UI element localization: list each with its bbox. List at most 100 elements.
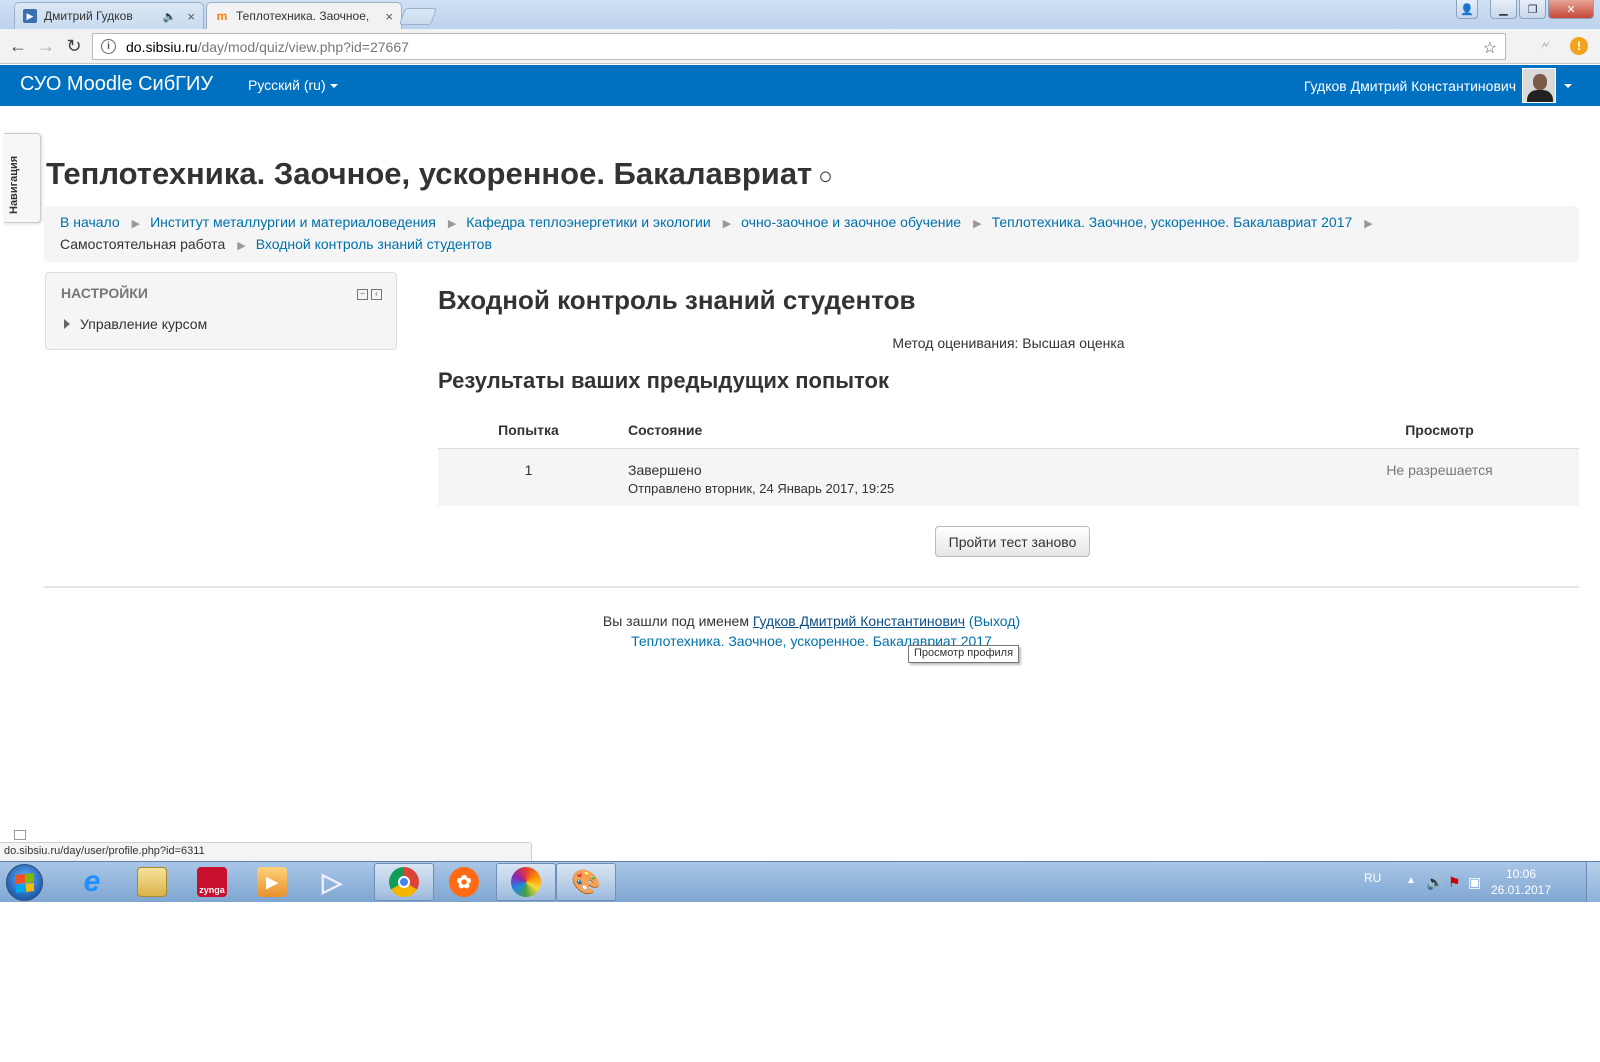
chrome-icon — [389, 867, 419, 897]
logout-link[interactable]: (Выход) — [969, 613, 1020, 629]
footer-course-link[interactable]: Теплотехника. Заочное, ускоренное. Бакал… — [44, 633, 1579, 649]
breadcrumb-separator-icon: ▶ — [237, 240, 246, 252]
block-controls: − ‹ — [357, 289, 382, 300]
column-header-state: Состояние — [628, 422, 703, 438]
page-title: Теплотехника. Заочное, ускоренное. Бакал… — [46, 156, 833, 192]
footer-divider — [44, 586, 1579, 588]
taskbar-media-player[interactable]: ▶ — [242, 863, 302, 901]
extension-icon[interactable]: 🗲 — [1540, 37, 1550, 54]
language-label: Русский (ru) — [248, 77, 326, 93]
browser-tab[interactable]: m Теплотехника. Заочное, × — [206, 2, 402, 29]
system-tray: RU ▲ 🔊 ⚑ ▣ 10:06 26.01.2017 — [1340, 862, 1600, 902]
status-bar-url: do.sibsiu.ru/day/user/profile.php?id=631… — [0, 842, 532, 861]
taskbar-app-colorful[interactable] — [496, 863, 556, 901]
url-host: do.sibsiu.ru — [126, 38, 198, 55]
attempt-number: 1 — [524, 462, 533, 478]
minimize-button[interactable]: ▁ — [1490, 0, 1517, 19]
settings-item-course-admin[interactable]: Управление курсом — [64, 316, 207, 332]
windows-taskbar: e zynga ▶ ▷ ✿ 🎨 RU ▲ 🔊 ⚑ ▣ 10:06 26.01.2… — [0, 861, 1600, 902]
breadcrumb-study-form[interactable]: очно-заочное и заочное обучение — [741, 214, 961, 230]
breadcrumb-course[interactable]: Теплотехника. Заочное, ускоренное. Бакал… — [992, 214, 1353, 230]
taskbar-video-player[interactable]: ▷ — [302, 863, 362, 901]
navigation-dock-tab[interactable]: Навигация — [4, 133, 41, 223]
browser-tab[interactable]: ▶ Дмитрий Гудков 🔈 × — [14, 2, 204, 29]
retry-quiz-button[interactable]: Пройти тест заново — [935, 526, 1090, 557]
breadcrumb-separator-icon: ▶ — [131, 218, 141, 230]
breadcrumb-section: Самостоятельная работа — [60, 236, 226, 252]
info-icon[interactable]: i — [101, 39, 116, 54]
address-bar[interactable]: i do.sibsiu.ru/day/mod/quiz/view.php?id=… — [92, 33, 1506, 60]
restore-button[interactable]: ❐ — [1519, 0, 1546, 19]
breadcrumb-separator-icon: ▶ — [447, 218, 457, 230]
course-title: Теплотехника. Заочное, ускоренное. Бакал… — [46, 156, 813, 191]
site-brand[interactable]: СУО Moodle СибГИУ — [20, 73, 213, 96]
expand-arrow-icon — [64, 319, 70, 329]
tab-title: Дмитрий Гудков — [44, 9, 133, 23]
play-icon: ▷ — [322, 866, 342, 897]
collapse-icon[interactable]: − — [357, 289, 368, 300]
flag-alert-icon[interactable]: ⚑ — [1448, 874, 1461, 891]
attempt-state: Завершено Отправлено вторник, 24 Январь … — [628, 462, 894, 496]
title-circle-icon: ○ — [818, 163, 833, 190]
tab-title: Теплотехника. Заочное, — [236, 9, 370, 23]
bookmark-star-icon[interactable]: ☆ — [1483, 38, 1497, 58]
column-header-attempt: Попытка — [498, 422, 559, 438]
close-tab-icon[interactable]: × — [385, 9, 393, 24]
footer-user-link[interactable]: Гудков Дмитрий Константинович — [753, 613, 965, 629]
user-name[interactable]: Гудков Дмитрий Константинович — [1304, 78, 1516, 94]
show-desktop-button[interactable] — [1586, 862, 1600, 902]
user-menu-caret-icon[interactable] — [1564, 84, 1572, 88]
breadcrumb-institute[interactable]: Институт металлургии и материаловедения — [150, 214, 436, 230]
profile-icon[interactable]: 👤 — [1456, 0, 1478, 19]
avatar[interactable] — [1522, 68, 1556, 103]
paint-palette-icon: 🎨 — [571, 868, 601, 896]
caret-down-icon — [329, 84, 338, 89]
clock-time: 10:06 — [1505, 867, 1537, 881]
taskbar-chrome[interactable] — [374, 863, 434, 901]
moodle-favicon-icon: m — [216, 9, 228, 23]
zynga-icon: zynga — [197, 867, 227, 897]
close-tab-icon[interactable]: × — [187, 9, 195, 24]
url-path: /day/mod/quiz/view.php?id=27667 — [197, 38, 409, 55]
settings-header: НАСТРОЙКИ — [61, 285, 148, 301]
table-row: 1 Завершено Отправлено вторник, 24 Январ… — [438, 449, 1579, 506]
network-icon[interactable]: ▣ — [1468, 874, 1481, 891]
taskbar-file-explorer[interactable] — [122, 863, 182, 901]
colorful-app-icon — [511, 867, 541, 897]
dock-block-icon[interactable]: ‹ — [371, 289, 382, 300]
site-navbar: СУО Moodle СибГИУ Русский (ru) Гудков Дм… — [0, 65, 1600, 106]
breadcrumb-department[interactable]: Кафедра теплоэнергетики и экологии — [466, 214, 710, 230]
breadcrumb-separator-icon: ▶ — [722, 218, 732, 230]
breadcrumb-separator-icon: ▶ — [1364, 218, 1373, 230]
taskbar-app-orange[interactable]: ✿ — [434, 863, 494, 901]
taskbar-zynga[interactable]: zynga — [182, 863, 242, 901]
reload-icon[interactable]: ↻ — [64, 36, 84, 56]
keyboard-language[interactable]: RU — [1364, 871, 1381, 885]
clock[interactable]: 10:06 26.01.2017 — [1490, 866, 1552, 898]
close-window-button[interactable]: ✕ — [1548, 0, 1594, 19]
volume-icon[interactable]: 🔊 — [1426, 874, 1443, 891]
internet-explorer-icon: e — [83, 865, 101, 898]
speaker-icon: 🔈 — [162, 10, 177, 23]
grading-method: Метод оценивания: Высшая оценка — [892, 335, 1125, 351]
column-header-review: Просмотр — [1405, 422, 1474, 438]
new-tab-button[interactable] — [398, 8, 438, 25]
start-button[interactable] — [6, 864, 43, 901]
login-prefix: Вы зашли под именем — [602, 613, 753, 629]
taskbar-paint[interactable]: 🎨 — [556, 863, 616, 901]
alert-icon[interactable]: ! — [1570, 37, 1588, 55]
back-icon[interactable]: ← — [8, 36, 28, 56]
page-icon — [14, 830, 26, 840]
dock-label: Навигация — [8, 155, 20, 214]
media-player-icon: ▶ — [257, 867, 287, 897]
breadcrumb-quiz[interactable]: Входной контроль знаний студентов — [256, 236, 492, 252]
review-status: Не разрешается — [1386, 462, 1493, 478]
settings-block: НАСТРОЙКИ − ‹ Управление курсом — [45, 272, 397, 350]
taskbar-internet-explorer[interactable]: e — [62, 863, 122, 901]
forward-icon[interactable]: → — [36, 36, 56, 56]
language-menu[interactable]: Русский (ru) — [248, 77, 338, 93]
results-heading: Результаты ваших предыдущих попыток — [438, 368, 889, 393]
show-hidden-icons-icon[interactable]: ▲ — [1406, 875, 1416, 886]
breadcrumb-home[interactable]: В начало — [60, 214, 120, 230]
table-header-row: Попытка Состояние Просмотр — [438, 413, 1579, 449]
